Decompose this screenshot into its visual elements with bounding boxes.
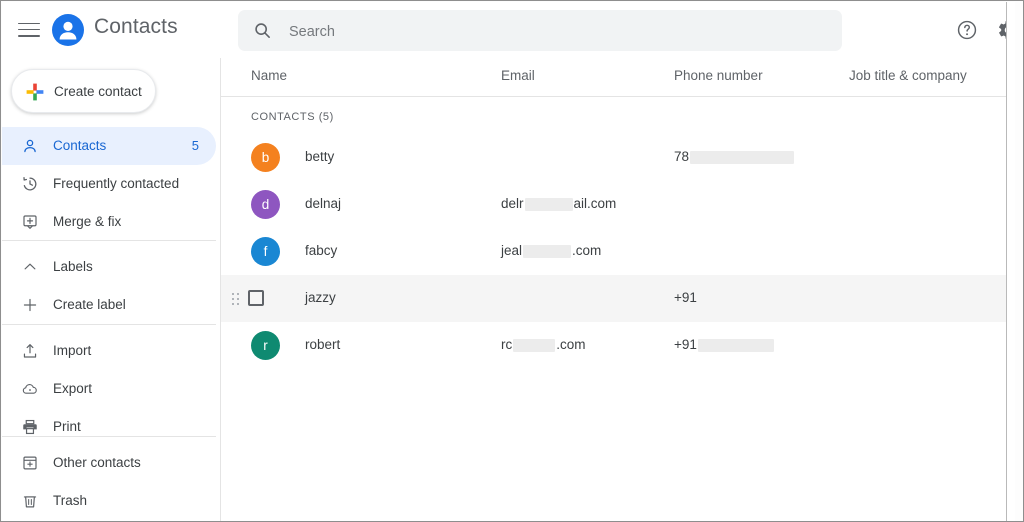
search-bar[interactable]	[238, 10, 842, 51]
sidebar-item-merge-and-fix[interactable]: Merge & fix	[2, 203, 216, 241]
avatar[interactable]: b	[251, 143, 280, 172]
row-checkbox[interactable]	[248, 290, 264, 306]
person-outline-icon	[21, 137, 39, 155]
top-app-bar: Contacts	[2, 2, 1015, 58]
sidebar-group-tools: Import Export Print	[2, 332, 221, 446]
other-contacts-icon	[21, 454, 39, 472]
sidebar-item-import[interactable]: Import	[2, 332, 216, 370]
sidebar-divider-2	[2, 324, 216, 325]
redacted-block	[690, 150, 795, 164]
plus-icon	[25, 82, 45, 102]
redacted-block	[513, 338, 556, 352]
redacted-block	[523, 244, 572, 258]
column-header-name[interactable]: Name	[251, 68, 287, 83]
cell-name: robert	[305, 337, 341, 352]
menu-bar-1	[18, 22, 40, 25]
redacted-block	[524, 197, 573, 211]
hamburger-menu-icon[interactable]	[16, 18, 42, 42]
sidebar-item-label: Create label	[53, 297, 126, 312]
table-row[interactable]: jazzy +91	[221, 275, 1015, 322]
cell-name: jazzy	[305, 290, 336, 305]
sidebar-item-label: Labels	[53, 259, 93, 274]
column-header-job-title[interactable]: Job title & company	[849, 68, 967, 83]
drag-dot	[232, 303, 234, 305]
cell-name: delnaj	[305, 196, 342, 211]
cell-name: fabcy	[305, 243, 338, 258]
sidebar-item-label: Contacts	[53, 138, 107, 153]
sidebar-divider-3	[2, 436, 216, 437]
sidebar-group-labels: Labels Create label	[2, 248, 221, 324]
drag-dot	[232, 298, 234, 300]
redacted-block	[697, 338, 774, 352]
sidebar-item-frequently-contacted[interactable]: Frequently contacted	[2, 165, 216, 203]
sidebar-item-other-contacts[interactable]: Other contacts	[2, 444, 216, 482]
contacts-row-list: b betty 78 d delnaj delr ail.com f fabcy jeal .com…	[221, 134, 1015, 369]
cell-email: delr ail.com	[501, 196, 617, 211]
sidebar-item-create-label[interactable]: Create label	[2, 286, 216, 324]
drag-dot	[237, 293, 239, 295]
create-contact-label: Create contact	[54, 84, 142, 99]
sidebar-item-labels[interactable]: Labels	[2, 248, 216, 286]
plus-thin-icon	[21, 296, 39, 314]
cell-email: rc .com	[501, 337, 586, 352]
create-contact-button[interactable]: Create contact	[11, 69, 156, 113]
application-window: Contacts Search Create contact Contacts …	[0, 0, 1024, 522]
avatar[interactable]: f	[251, 237, 280, 266]
person-avatar-icon	[52, 14, 84, 46]
avatar[interactable]: d	[251, 190, 280, 219]
sidebar-item-count: 5	[191, 138, 199, 153]
table-row[interactable]: b betty 78	[221, 134, 1015, 181]
page-title: Contacts	[94, 15, 178, 38]
history-clock-icon	[21, 175, 39, 193]
sidebar-group-primary: Contacts 5 Frequently contacted Merge & …	[2, 127, 221, 241]
menu-bar-2	[18, 28, 40, 31]
cell-email: jeal .com	[501, 243, 602, 258]
search-icon	[253, 21, 272, 40]
drag-dot	[232, 293, 234, 295]
avatar[interactable]: r	[251, 331, 280, 360]
sidebar-divider-1	[2, 240, 216, 241]
app-root: Contacts Search Create contact Contacts …	[2, 2, 1015, 521]
menu-bar-3	[18, 34, 40, 37]
drag-handle-icon[interactable]	[232, 293, 242, 305]
sidebar: Create contact Contacts 5 Frequently con…	[2, 58, 221, 521]
sidebar-item-print[interactable]: Print	[2, 408, 216, 446]
column-header-email[interactable]: Email	[501, 68, 535, 83]
sidebar-item-trash[interactable]: Trash	[2, 482, 216, 520]
table-row[interactable]: d delnaj delr ail.com	[221, 181, 1015, 228]
help-circle-icon[interactable]	[956, 19, 978, 41]
table-row[interactable]: r robert rc .com +91	[221, 322, 1015, 369]
table-row[interactable]: f fabcy jeal .com	[221, 228, 1015, 275]
cell-phone: +91	[674, 337, 775, 352]
sidebar-item-label: Frequently contacted	[53, 176, 180, 191]
contacts-table: Name Email Phone number Job title & comp…	[221, 58, 1015, 521]
right-gutter	[1006, 2, 1015, 521]
sidebar-item-contacts[interactable]: Contacts 5	[2, 127, 216, 165]
sidebar-item-label: Other contacts	[53, 455, 141, 470]
sidebar-item-label: Trash	[53, 493, 88, 508]
import-upload-icon	[21, 342, 39, 360]
sidebar-group-storage: Other contacts Trash	[2, 444, 221, 520]
sidebar-item-label: Print	[53, 419, 81, 434]
chevron-up-icon	[21, 258, 39, 276]
sidebar-item-export[interactable]: Export	[2, 370, 216, 408]
merge-fix-icon	[21, 213, 39, 231]
sidebar-item-label: Import	[53, 343, 92, 358]
export-cloud-icon	[21, 380, 39, 398]
cell-phone: +91	[674, 290, 697, 305]
cell-phone: 78	[674, 149, 795, 164]
printer-icon	[21, 418, 39, 436]
drag-dot	[237, 298, 239, 300]
column-header-phone[interactable]: Phone number	[674, 68, 763, 83]
drag-dot	[237, 303, 239, 305]
trash-icon	[21, 492, 39, 510]
cell-name: betty	[305, 149, 335, 164]
sidebar-item-label: Export	[53, 381, 93, 396]
contacts-section-label: CONTACTS (5)	[251, 111, 334, 123]
table-header-row: Name Email Phone number Job title & comp…	[221, 58, 1015, 97]
sidebar-item-label: Merge & fix	[53, 214, 122, 229]
search-input[interactable]	[287, 10, 836, 51]
